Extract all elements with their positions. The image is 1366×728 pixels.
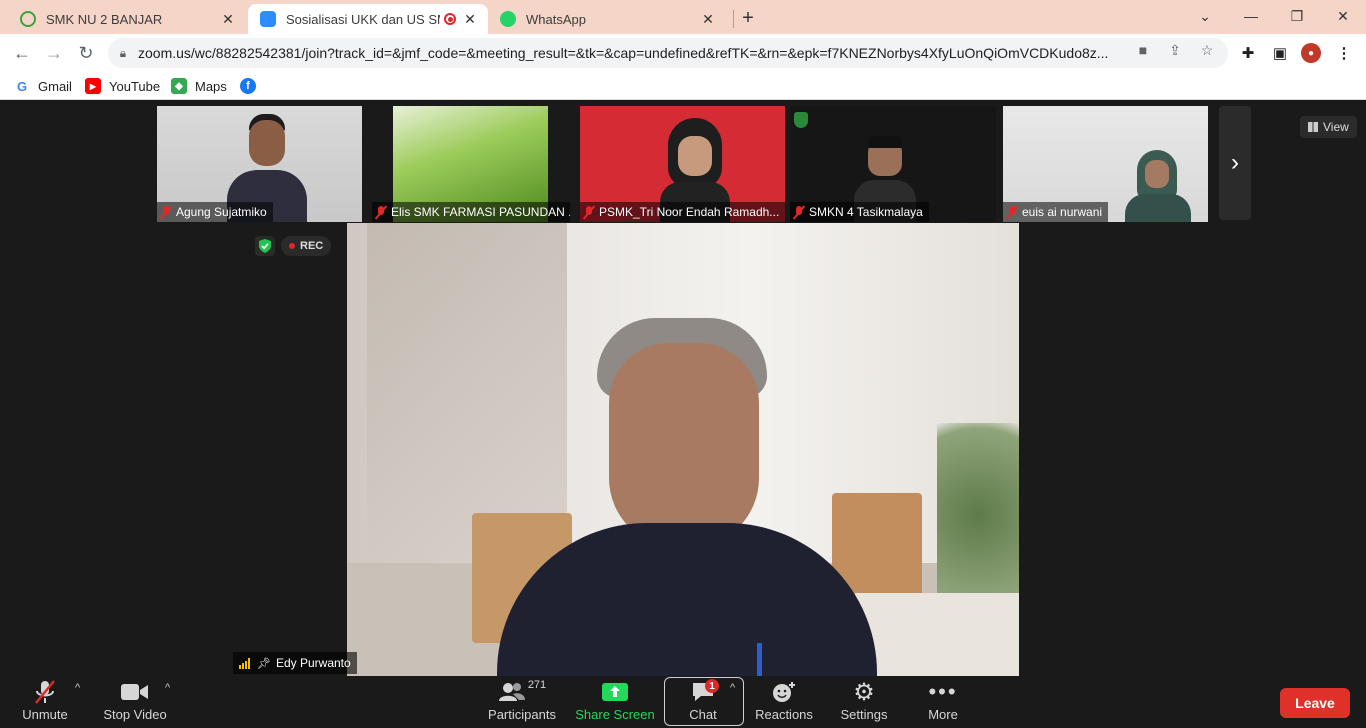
new-tab-button[interactable]: + [725,2,771,34]
bookmark-star-icon[interactable]: ☆ [1198,41,1216,59]
active-speaker-video [347,223,1019,676]
recording-indicator-icon [444,13,456,25]
share-screen-icon [602,679,628,705]
active-speaker-label: 📌︎ Edy Purwanto [233,652,357,674]
close-tab-icon[interactable]: ✕ [700,11,716,27]
chevron-right-icon: › [1231,149,1239,176]
signal-strength-icon [239,657,251,669]
back-button[interactable]: ← [8,39,36,67]
muted-mic-icon [161,205,171,219]
close-window-button[interactable]: ✕ [1320,0,1366,32]
chat-unread-badge: 1 [705,679,719,693]
reactions-button[interactable]: Reactions [753,676,815,728]
youtube-icon: ▶ [85,78,101,94]
share-icon[interactable]: ⇪ [1166,41,1184,59]
muted-mic-icon [376,205,386,219]
extensions-icon[interactable]: ✚ [1238,43,1258,63]
zoom-meeting-area: Agung Sujatmiko Elis SMK FARMASI PASUNDA… [0,101,1366,676]
record-dot-icon [289,243,295,249]
muted-mic-icon [1007,205,1017,219]
facebook-icon: f [240,78,256,94]
tab-sosialisasi-ukk[interactable]: Sosialisasi UKK dan US SMK ✕ [248,4,488,34]
participant-name: euis ai nurwani [1003,202,1109,222]
bookmark-facebook[interactable]: f [240,76,264,96]
participant-tile[interactable]: SMKN 4 Tasikmalaya [790,106,996,222]
camera-icon[interactable]: ■ [1134,41,1152,59]
close-tab-icon[interactable]: ✕ [220,11,236,27]
participant-tile[interactable]: Agung Sujatmiko [157,106,362,222]
participants-icon: 271 [498,679,546,705]
reload-button[interactable]: ↻ [72,39,100,67]
participant-tile[interactable]: euis ai nurwani [1003,106,1208,222]
tab-smk-nu-2-banjar[interactable]: SMK NU 2 BANJAR ✕ [8,4,246,34]
browser-toolbar: ← → ↻ 🔒︎ zoom.us/wc/88282542381/join?tra… [0,34,1366,72]
grid-icon [1308,122,1318,132]
menu-icon[interactable]: ⋮ [1334,43,1354,63]
video-camera-icon [121,679,149,705]
address-bar[interactable]: 🔒︎ zoom.us/wc/88282542381/join?track_id=… [108,38,1228,68]
maps-icon: ◆ [171,78,187,94]
emoji-plus-icon [772,679,796,705]
forward-button[interactable]: → [40,39,68,67]
smk-logo-icon [20,11,36,27]
participant-tile[interactable]: Elis SMK FARMASI PASUNDAN ... [372,106,570,222]
zoom-icon [260,11,276,27]
stop-video-button[interactable]: Stop Video [100,676,170,728]
share-screen-button[interactable]: Share Screen [575,676,655,728]
more-button[interactable]: ••• More [918,676,968,728]
restore-button[interactable]: ❐ [1274,0,1320,32]
side-panel-icon[interactable]: ▣ [1270,43,1290,63]
chat-button[interactable]: Chat [672,676,734,728]
bookmark-maps[interactable]: ◆ Maps [171,76,227,96]
unmute-button[interactable]: Unmute [18,676,72,728]
participant-name: Agung Sujatmiko [157,202,273,222]
settings-button[interactable]: ⚙ Settings [836,676,892,728]
tab-whatsapp[interactable]: WhatsApp ✕ [488,4,726,34]
audio-options-caret-icon[interactable]: ^ [75,682,80,694]
profile-avatar[interactable]: ● [1301,43,1321,63]
participant-name: PSMK_Tri Noor Endah Ramadh... [580,202,785,222]
muted-microphone-icon [33,679,57,705]
leave-button[interactable]: Leave [1280,688,1350,718]
participant-tile[interactable]: PSMK_Tri Noor Endah Ramadh... [580,106,785,222]
more-dots-icon: ••• [928,679,958,704]
close-tab-icon[interactable]: ✕ [462,11,478,27]
participant-name: Elis SMK FARMASI PASUNDAN ... [372,202,570,222]
minimize-button[interactable]: — [1228,0,1274,32]
bookmark-gmail[interactable]: G Gmail [14,76,72,96]
next-page-button[interactable]: › [1219,106,1251,220]
whatsapp-icon [500,11,516,27]
participants-button[interactable]: 271 Participants [486,676,558,728]
video-options-caret-icon[interactable]: ^ [165,682,170,694]
pin-icon: 📌︎ [257,657,271,670]
participant-name: SMKN 4 Tasikmalaya [790,202,929,222]
security-shield-icon[interactable] [255,236,275,256]
meeting-controls: Unmute ^ Stop Video ^ 271 Participants S… [0,676,1366,728]
participant-video [1123,146,1193,222]
muted-mic-icon [794,205,804,219]
google-icon: G [16,78,28,94]
recording-badge[interactable]: REC [281,236,332,256]
browser-tabstrip: SMK NU 2 BANJAR ✕ Sosialisasi UKK dan US… [0,0,1366,34]
view-button[interactable]: View [1300,116,1357,138]
bookmark-youtube[interactable]: ▶ YouTube [85,76,160,96]
tab-search-button[interactable]: ⌄ [1182,0,1228,32]
chat-options-caret-icon[interactable]: ^ [730,682,735,694]
muted-mic-icon [584,205,594,219]
lock-icon: 🔒︎ [119,45,127,60]
gear-icon: ⚙ [853,678,875,706]
bookmarks-bar: G Gmail ▶ YouTube ◆ Maps f [0,72,1366,100]
